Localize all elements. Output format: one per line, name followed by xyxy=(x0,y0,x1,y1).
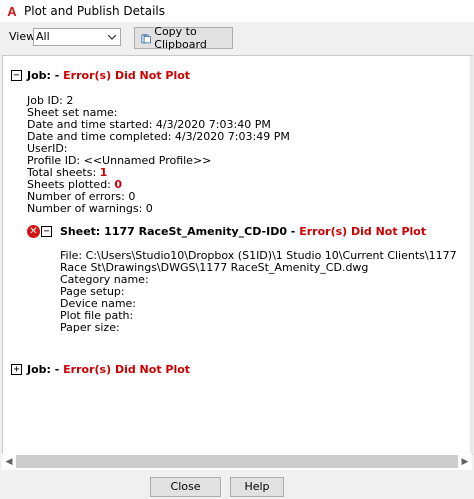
horizontal-scrollbar[interactable]: ◀ ▶ xyxy=(2,453,472,470)
chevron-down-icon xyxy=(107,29,117,45)
sheet-collapse-toggle[interactable]: − xyxy=(41,226,52,237)
error-icon: ✕ xyxy=(27,225,40,238)
sheet-status: Error(s) Did Not Plot xyxy=(299,225,427,238)
toolbar: View: All Copy to Clipboard xyxy=(0,22,474,52)
copy-to-clipboard-button[interactable]: Copy to Clipboard xyxy=(134,25,233,51)
vertical-scrollbar[interactable] xyxy=(470,56,473,454)
warnings-count-line: Number of warnings: 0 xyxy=(27,202,153,215)
job-label: Job: - xyxy=(27,69,60,82)
scroll-left-icon[interactable]: ◀ xyxy=(2,453,16,470)
clipboard-icon xyxy=(141,33,151,43)
sheet-detail-line: Paper size: xyxy=(60,321,120,334)
autocad-logo-icon: A xyxy=(7,3,17,19)
copy-to-clipboard-label: Copy to Clipboard xyxy=(154,25,207,51)
view-select-value: All xyxy=(36,30,50,43)
job-header: Job: - Error(s) Did Not Plot xyxy=(27,69,190,82)
job-status: Error(s) Did Not Plot xyxy=(63,363,191,376)
title-bar: A Plot and Publish Details xyxy=(0,0,474,22)
job-details: Job ID: 2 Sheet set name: Date and time … xyxy=(27,95,290,215)
sheet-label: Sheet: 1177 RaceSt_Amenity_CD-ID0 - xyxy=(60,225,296,238)
scrollbar-thumb[interactable] xyxy=(16,455,458,468)
help-button[interactable]: Help xyxy=(230,477,284,497)
sheet-details: File: C:\Users\Studio10\Dropbox (S1ID)\1… xyxy=(60,250,457,334)
job-expand-toggle[interactable]: + xyxy=(11,364,22,375)
job-collapse-toggle[interactable]: − xyxy=(11,70,22,81)
close-button[interactable]: Close xyxy=(150,477,221,497)
job-label: Job: - xyxy=(27,363,60,376)
job-status: Error(s) Did Not Plot xyxy=(63,69,191,82)
scroll-right-icon[interactable]: ▶ xyxy=(458,453,472,470)
details-panel[interactable]: − Job: - Error(s) Did Not Plot Job ID: 2… xyxy=(2,55,473,455)
job-header: Job: - Error(s) Did Not Plot xyxy=(27,363,190,376)
view-select[interactable]: All xyxy=(33,28,121,46)
window-title: Plot and Publish Details xyxy=(24,4,166,18)
sheet-header: Sheet: 1177 RaceSt_Amenity_CD-ID0 - Erro… xyxy=(60,225,426,238)
